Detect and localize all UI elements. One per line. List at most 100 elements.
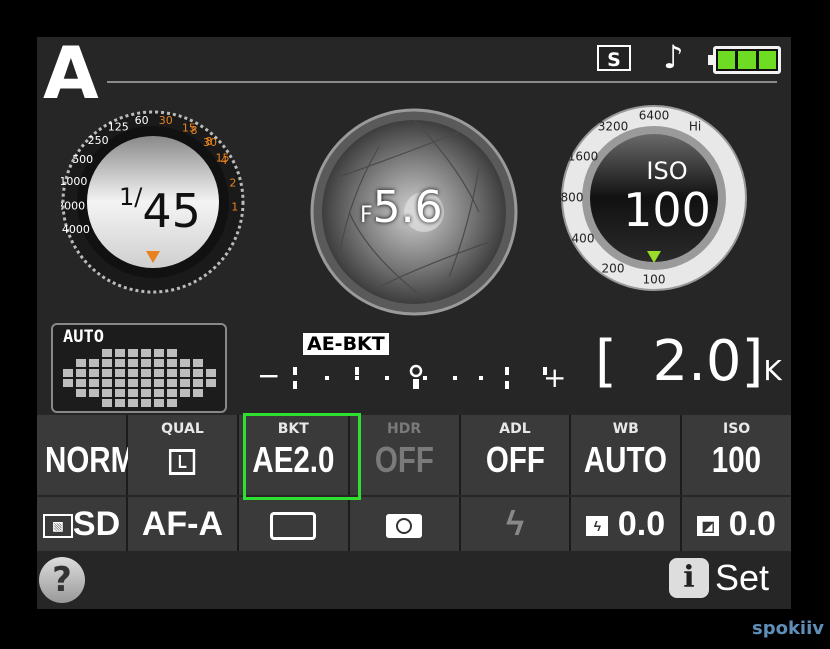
settings-grid: NORM QUAL L BKT AE2.0 HDR OFF ADL OFF WB… — [37, 415, 791, 551]
flash-icon: ϟ — [505, 505, 524, 543]
af-point — [154, 359, 164, 367]
picture-control-cell[interactable]: ▧ SD — [37, 497, 129, 551]
iso-scale-label: 3200 — [598, 120, 629, 134]
wb-value: AUTO — [584, 439, 668, 480]
shutter-scale-label: 4000 — [62, 223, 90, 236]
af-point — [141, 349, 151, 357]
ae-bkt-badge: AE-BKT — [303, 333, 389, 355]
af-point — [154, 349, 164, 357]
settings-row-2: ▧ SD AF-A ϟ ϟ 0.0 ◩ 0.0 — [37, 497, 791, 551]
shutter-scale-label: 2000 — [61, 199, 85, 212]
bracket-scale: − + — [257, 359, 566, 394]
af-point — [76, 359, 86, 367]
iso-label: ISO — [646, 157, 688, 185]
af-point — [102, 349, 112, 357]
iso-scale-label: 400 — [572, 232, 595, 246]
picture-control-value: SD — [72, 505, 121, 543]
flash-compensation-icon: ϟ — [586, 516, 609, 537]
af-point — [89, 359, 99, 367]
af-point — [102, 399, 112, 407]
af-area-cell[interactable] — [238, 497, 350, 551]
af-point — [167, 389, 177, 397]
af-point — [206, 369, 216, 377]
exposure-compensation-icon: ◩ — [697, 516, 720, 537]
wb-cell[interactable]: WB AUTO — [571, 415, 683, 495]
wb-label: WB — [612, 421, 639, 437]
shutter-scale-label: 1000 — [61, 175, 87, 188]
af-point — [167, 399, 177, 407]
watermark: spokiiv — [752, 618, 825, 639]
shutter-scale-label: 125 — [108, 121, 129, 134]
metering-cell[interactable] — [349, 497, 461, 551]
iso-scale-label: 800 — [561, 191, 584, 205]
iso-cell-label: ISO — [723, 421, 751, 437]
camera-info-screen: A S ♪ 4000200010005002501256030158421830… — [37, 37, 791, 609]
af-point — [128, 369, 138, 377]
af-point — [141, 389, 151, 397]
music-note-icon: ♪ — [663, 38, 684, 76]
shutter-scale-label: 30 — [159, 114, 173, 127]
af-point — [167, 359, 177, 367]
iso-cell[interactable]: ISO 100 — [682, 415, 791, 495]
af-point — [102, 379, 112, 387]
auto-metering-box: AUTO — [51, 323, 227, 413]
bracket-value: [ 2.0]K — [595, 329, 782, 394]
shutter-scale-label: 2 — [229, 177, 236, 190]
af-points-icon — [63, 349, 216, 407]
af-point — [193, 389, 203, 397]
release-mode-icon: S — [597, 45, 631, 71]
af-point — [180, 359, 190, 367]
af-point — [89, 369, 99, 377]
adl-value: OFF — [485, 439, 545, 480]
image-quality-value: NORM — [45, 439, 136, 480]
af-point — [141, 369, 151, 377]
shutter-scale-label: 500 — [72, 153, 93, 166]
image-size-cell[interactable]: QUAL L — [128, 415, 239, 495]
af-point — [128, 389, 138, 397]
shutter-scale-label: 1 — [231, 201, 238, 214]
metering-icon — [386, 514, 423, 539]
af-point — [193, 359, 203, 367]
shutter-scale-label: 250 — [88, 134, 109, 147]
settings-row-1: NORM QUAL L BKT AE2.0 HDR OFF ADL OFF WB… — [37, 415, 791, 495]
hdr-cell[interactable]: HDR OFF — [349, 415, 461, 495]
af-point — [167, 349, 177, 357]
iso-scale-label: 200 — [602, 262, 625, 276]
af-point — [89, 379, 99, 387]
af-point — [115, 369, 125, 377]
shutter-scale-label: 60 — [135, 114, 149, 127]
top-divider — [107, 81, 777, 83]
flash-compensation-cell[interactable]: ϟ 0.0 — [571, 497, 683, 551]
af-point — [206, 379, 216, 387]
flash-cell[interactable]: ϟ — [460, 497, 572, 551]
help-button[interactable]: ? — [39, 557, 85, 603]
af-point — [115, 349, 125, 357]
af-point — [128, 359, 138, 367]
af-point — [115, 399, 125, 407]
iso-scale-label: 1600 — [568, 150, 599, 164]
set-button[interactable]: i Set — [669, 557, 769, 599]
af-point — [115, 359, 125, 367]
adl-cell[interactable]: ADL OFF — [460, 415, 572, 495]
af-point — [76, 389, 86, 397]
exposure-compensation-value: 0.0 — [728, 505, 776, 543]
shutter-scale-orange-label: 15 — [216, 152, 230, 165]
picture-control-icon: ▧ — [42, 514, 73, 539]
aperture-value: F5.6 — [360, 182, 443, 233]
af-point — [180, 369, 190, 377]
af-point — [115, 389, 125, 397]
iso-value: 100 — [623, 183, 711, 237]
focus-mode-cell[interactable]: AF-A — [128, 497, 239, 551]
image-quality-cell[interactable]: NORM — [37, 415, 136, 495]
af-point — [180, 379, 190, 387]
image-size-value: L — [169, 449, 196, 476]
af-point — [180, 389, 190, 397]
af-point — [141, 399, 151, 407]
exposure-compensation-cell[interactable]: ◩ 0.0 — [682, 497, 791, 551]
af-point — [154, 379, 164, 387]
af-point — [128, 379, 138, 387]
af-point — [154, 369, 164, 377]
scale-minus: − — [257, 359, 280, 392]
hdr-label: HDR — [387, 421, 422, 437]
af-point — [167, 369, 177, 377]
